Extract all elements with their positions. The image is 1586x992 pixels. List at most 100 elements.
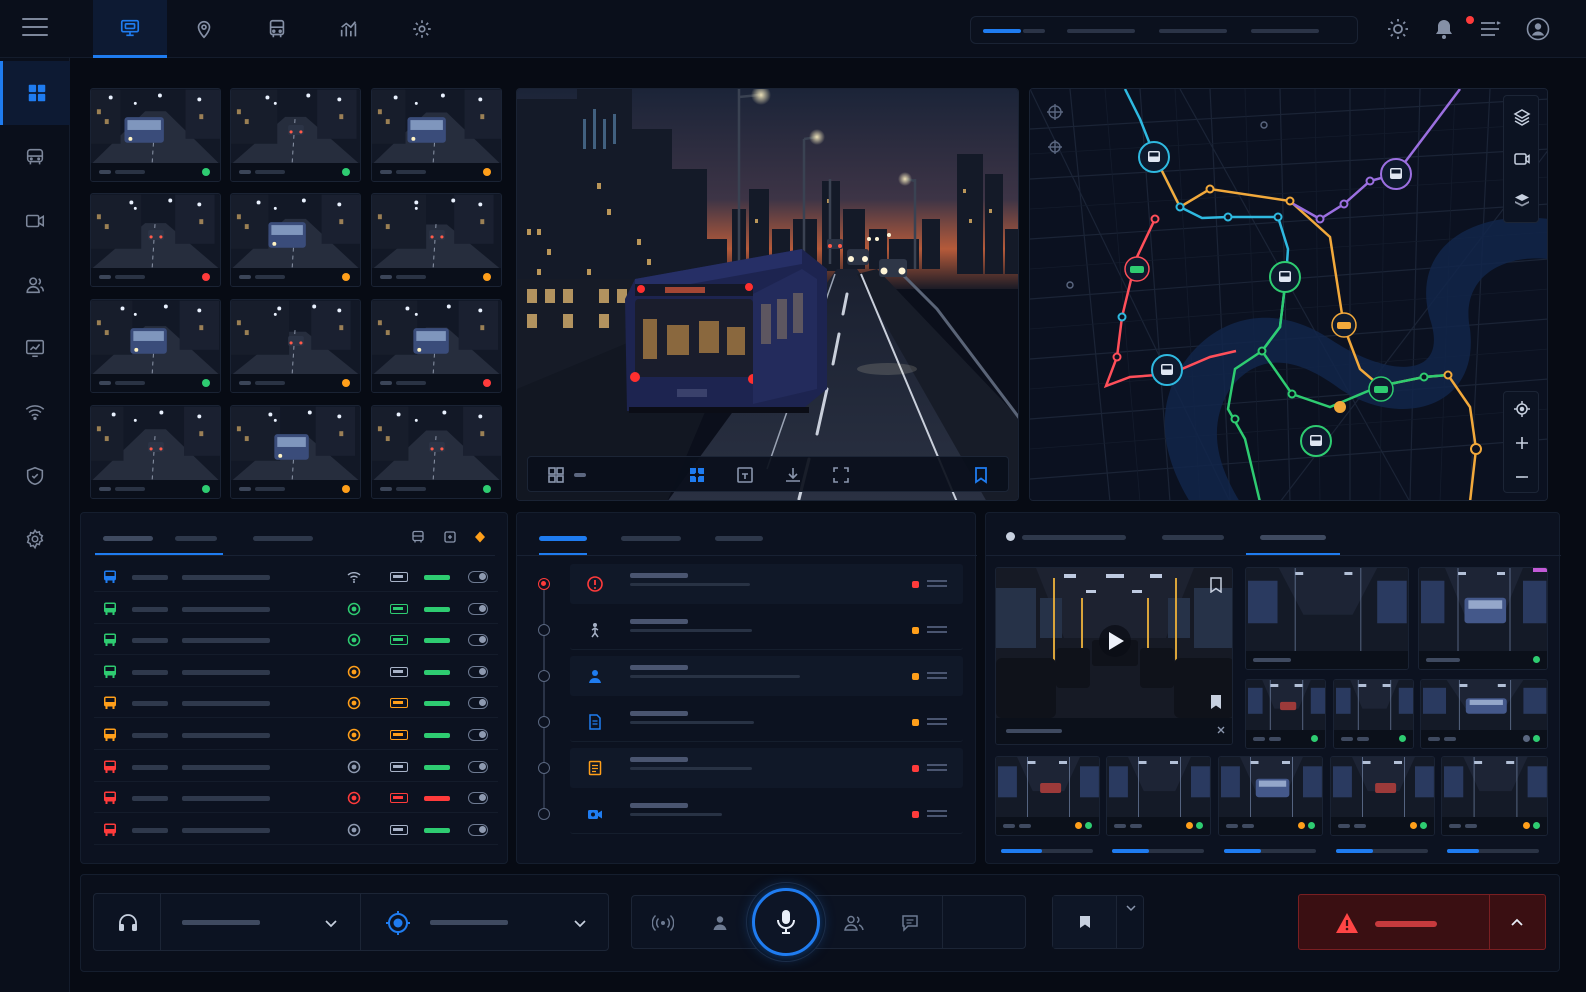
tab-fleet[interactable]: [240, 0, 314, 58]
event-menu-line[interactable]: [927, 631, 947, 633]
playback-progress-track[interactable]: [1224, 849, 1316, 853]
camera-thumbnail[interactable]: [371, 193, 502, 287]
bell-icon[interactable]: [1432, 17, 1456, 41]
sidebar-item-reports[interactable]: [0, 316, 70, 380]
bus-filter-icon[interactable]: [411, 530, 425, 544]
fleet-tab-1[interactable]: [103, 536, 153, 541]
camera-thumbnail[interactable]: [371, 299, 502, 393]
playback-progress-track[interactable]: [1447, 849, 1539, 853]
event-menu-line[interactable]: [927, 626, 947, 628]
snapshot-icon[interactable]: [735, 465, 755, 485]
toggle-switch[interactable]: [468, 697, 488, 710]
event-menu-line[interactable]: [927, 815, 947, 817]
target-icon[interactable]: [385, 910, 411, 936]
zoom-out-icon[interactable]: [1504, 460, 1540, 494]
fleet-row[interactable]: [94, 657, 498, 687]
tab-location[interactable]: [167, 0, 241, 58]
zoom-in-icon[interactable]: [1504, 426, 1540, 460]
push-to-talk-button[interactable]: [752, 888, 820, 956]
toggle-switch[interactable]: [468, 571, 488, 583]
recording-thumbnail[interactable]: [1218, 756, 1323, 836]
fleet-row[interactable]: [94, 752, 498, 782]
playback-progress-track[interactable]: [1112, 849, 1204, 853]
toggle-switch[interactable]: [468, 760, 488, 773]
headset-icon[interactable]: [116, 911, 140, 935]
segment-2[interactable]: [1067, 29, 1135, 33]
person-icon[interactable]: [710, 913, 730, 933]
route-map[interactable]: [1029, 88, 1548, 501]
camera-thumbnail[interactable]: [90, 88, 221, 182]
sidebar-item-security[interactable]: [0, 444, 70, 508]
list-icon[interactable]: [1478, 17, 1502, 41]
camera-thumbnail[interactable]: [371, 405, 502, 499]
events-tab-1[interactable]: [539, 536, 587, 541]
emergency-alarm-button[interactable]: [1298, 894, 1546, 950]
segment-4[interactable]: [1251, 29, 1319, 33]
event-menu-line[interactable]: [927, 769, 947, 771]
event-menu-line[interactable]: [927, 723, 947, 725]
sidebar-item-settings[interactable]: [0, 507, 70, 571]
fullscreen-icon[interactable]: [831, 465, 851, 485]
fleet-row[interactable]: [94, 594, 498, 624]
camera-thumbnail[interactable]: [90, 405, 221, 499]
event-item[interactable]: [570, 794, 963, 834]
message-icon[interactable]: [900, 913, 920, 933]
sidebar-item-connectivity[interactable]: [0, 380, 70, 444]
events-tab-2[interactable]: [621, 536, 681, 541]
clip-featured[interactable]: [995, 567, 1233, 745]
events-tab-3[interactable]: [715, 536, 763, 541]
toggle-switch[interactable]: [468, 792, 488, 805]
event-menu-line[interactable]: [927, 580, 947, 582]
fleet-tab-3[interactable]: [253, 536, 313, 541]
playback-progress-track[interactable]: [1336, 849, 1428, 853]
main-video-feed[interactable]: [516, 88, 1019, 501]
hamburger-icon[interactable]: [22, 18, 48, 40]
multiview-icon[interactable]: [687, 465, 707, 485]
tab-monitor[interactable]: [93, 0, 167, 58]
layers-icon[interactable]: [1504, 96, 1540, 138]
fleet-row[interactable]: [94, 720, 498, 750]
tab-settings[interactable]: [385, 0, 459, 58]
toggle-switch[interactable]: [468, 602, 488, 615]
sidebar-item-people[interactable]: [0, 253, 70, 317]
layout-grid-icon[interactable]: [546, 465, 566, 485]
event-menu-line[interactable]: [927, 585, 947, 587]
recording-thumbnail[interactable]: [1333, 679, 1414, 749]
camera-thumbnail[interactable]: [230, 299, 361, 393]
user-icon[interactable]: [1526, 17, 1550, 41]
chevron-down-icon[interactable]: [573, 916, 587, 930]
view-segmented-control[interactable]: [970, 16, 1358, 44]
toggle-switch[interactable]: [468, 729, 488, 741]
segment-1-active[interactable]: [983, 29, 1021, 33]
brightness-icon[interactable]: [1386, 17, 1410, 41]
sidebar-item-fleet[interactable]: [0, 125, 70, 189]
bookmark-icon[interactable]: [971, 465, 991, 485]
recording-thumbnail[interactable]: [1420, 679, 1548, 749]
bookmark-filled-icon[interactable]: [1209, 694, 1223, 710]
download-icon[interactable]: [783, 465, 803, 485]
event-item[interactable]: [570, 656, 963, 696]
marker-button[interactable]: [1053, 896, 1117, 948]
event-menu-line[interactable]: [927, 677, 947, 679]
recording-thumbnail[interactable]: [1330, 756, 1435, 836]
fleet-row[interactable]: [94, 783, 498, 814]
playback-progress-track[interactable]: [1001, 849, 1093, 853]
target-select-value[interactable]: [430, 920, 508, 925]
close-icon[interactable]: [1216, 725, 1226, 735]
priority-diamond-icon[interactable]: [473, 530, 487, 544]
event-item[interactable]: [570, 610, 963, 650]
recordings-tab-3[interactable]: [1260, 535, 1326, 540]
bookmark-icon[interactable]: [1209, 577, 1223, 593]
stack-icon[interactable]: [1504, 180, 1540, 222]
recording-thumbnail[interactable]: [1245, 567, 1409, 670]
event-item[interactable]: [570, 748, 963, 788]
fleet-row[interactable]: [94, 815, 498, 845]
chevron-down-icon[interactable]: [1125, 902, 1137, 914]
fleet-tab-2[interactable]: [175, 536, 217, 541]
toggle-switch[interactable]: [468, 665, 488, 678]
event-item[interactable]: [570, 702, 963, 742]
segment-3[interactable]: [1159, 29, 1227, 33]
recordings-tab-1[interactable]: [1022, 535, 1126, 540]
recording-thumbnail[interactable]: [995, 756, 1100, 836]
recording-thumbnail[interactable]: [1106, 756, 1211, 836]
